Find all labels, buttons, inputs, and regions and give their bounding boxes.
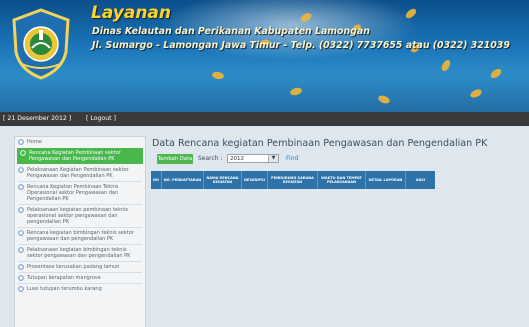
sidebar-item-label: Rencana Kegiatan Pembinaan Teknis Operas… [27,184,119,202]
circle-bullet-icon [18,286,24,292]
circle-bullet-icon [18,275,24,281]
add-data-button[interactable]: Tambah Data [157,154,193,164]
top-bar: [ 21 Desember 2012 ] [ Logout ] [0,112,529,126]
circle-bullet-icon [18,184,24,190]
column-header-activity-name: NAMA RENCANA KEGIATAN [204,171,242,189]
column-header-no: NO [151,171,162,189]
data-table-header: NO NO. PENDAFTARAN NAMA RENCANA KEGIATAN… [151,171,435,189]
regency-emblem-icon [12,8,70,80]
header-banner: Layanan Dinas Kelautan dan Perikanan Kab… [0,0,529,112]
sidebar-menu: Home Rencana Kegiatan Pembinaan sektor P… [14,136,146,327]
column-header-action: AKSI [415,178,426,182]
logout-link[interactable]: [ Logout ] [86,115,116,122]
sidebar-item-rencana-pembinaan[interactable]: Rencana Kegiatan Pembinaan sektor Pengaw… [17,148,143,164]
agency-name: Dinas Kelautan dan Perikanan Kabupaten L… [92,26,370,37]
app-title: Layanan [91,3,172,23]
sidebar-item-terumbu-karang[interactable]: Luas tutupan terumbu karang [15,284,145,294]
circle-bullet-icon [18,167,24,173]
circle-bullet-icon [18,139,24,145]
sidebar-item-mangrove[interactable]: Tutupan kerapatan mangrove [15,273,145,283]
sidebar-item-padang-lamun[interactable]: Prosentase kerusakan padang lamun [15,262,145,272]
circle-bullet-icon [18,264,24,270]
agency-address: Jl. Sumargo - Lamongan Jawa Timur - Telp… [92,40,510,51]
sidebar-item-label: Pelaksanaan kegiatan pembinaan teknis op… [27,207,129,225]
sidebar-item-rencana-bimbingan-teknis[interactable]: Rencana kegiatan bimbingan teknis sektor… [15,228,145,244]
sidebar-item-label: Pelaksanaan Kegiatan Pembinaan sektor Pe… [27,167,129,179]
circle-bullet-icon [18,207,24,213]
sidebar-item-home[interactable]: Home [15,137,145,147]
page-title: Data Rencana kegiatan Pembinaan Pengawas… [152,138,488,149]
sidebar-item-label: Luas tutupan terumbu karang [27,286,102,292]
sidebar-item-pelaksanaan-bimbingan-teknis[interactable]: Pelaksanaan kegiatan bimbingan teknis se… [15,245,145,261]
column-header-registration-no: NO. PENDAFTARAN [162,171,204,189]
circle-bullet-icon [18,247,24,253]
sidebar-item-label: Tutupan kerapatan mangrove [27,275,101,281]
sidebar-item-label: Pelaksanaan kegiatan bimbingan teknis se… [27,247,131,259]
sidebar-item-pelaksanaan-pembinaan[interactable]: Pelaksanaan Kegiatan Pembinaan sektor Pe… [15,165,145,181]
sidebar-item-pelaksanaan-teknis-operasional[interactable]: Pelaksanaan kegiatan pembinaan teknis op… [15,205,145,227]
column-header-supporting-facilities: PENDUDUNG SARANA KEGIATAN [268,171,318,189]
sidebar-item-rencana-teknis-operasional[interactable]: Rencana Kegiatan Pembinaan Teknis Operas… [15,182,145,204]
year-select[interactable]: 2012 ▼ [227,154,279,163]
circle-bullet-icon [20,150,26,156]
banner-water [0,70,529,112]
column-header-report-detail: DETAIL LAPORAN [366,171,406,189]
chevron-down-icon[interactable]: ▼ [268,155,278,162]
column-header-time-place: WAKTU DAN TEMPAT PELAKSANAAN [318,171,366,189]
find-button[interactable]: Find [286,155,298,162]
current-date: [ 21 Desember 2012 ] [3,115,72,122]
circle-bullet-icon [18,230,24,236]
sidebar-item-label: Home [27,139,42,145]
sidebar-item-label: Rencana kegiatan bimbingan teknis sektor… [27,230,134,242]
search-label: Search : [198,155,223,162]
year-select-value: 2012 [230,156,244,162]
sidebar-item-label: Prosentase kerusakan padang lamun [27,264,120,270]
sidebar-item-label: Rencana Kegiatan Pembinaan sektor Pengaw… [29,150,121,162]
column-header-description: DESKRIPSI [242,171,268,189]
